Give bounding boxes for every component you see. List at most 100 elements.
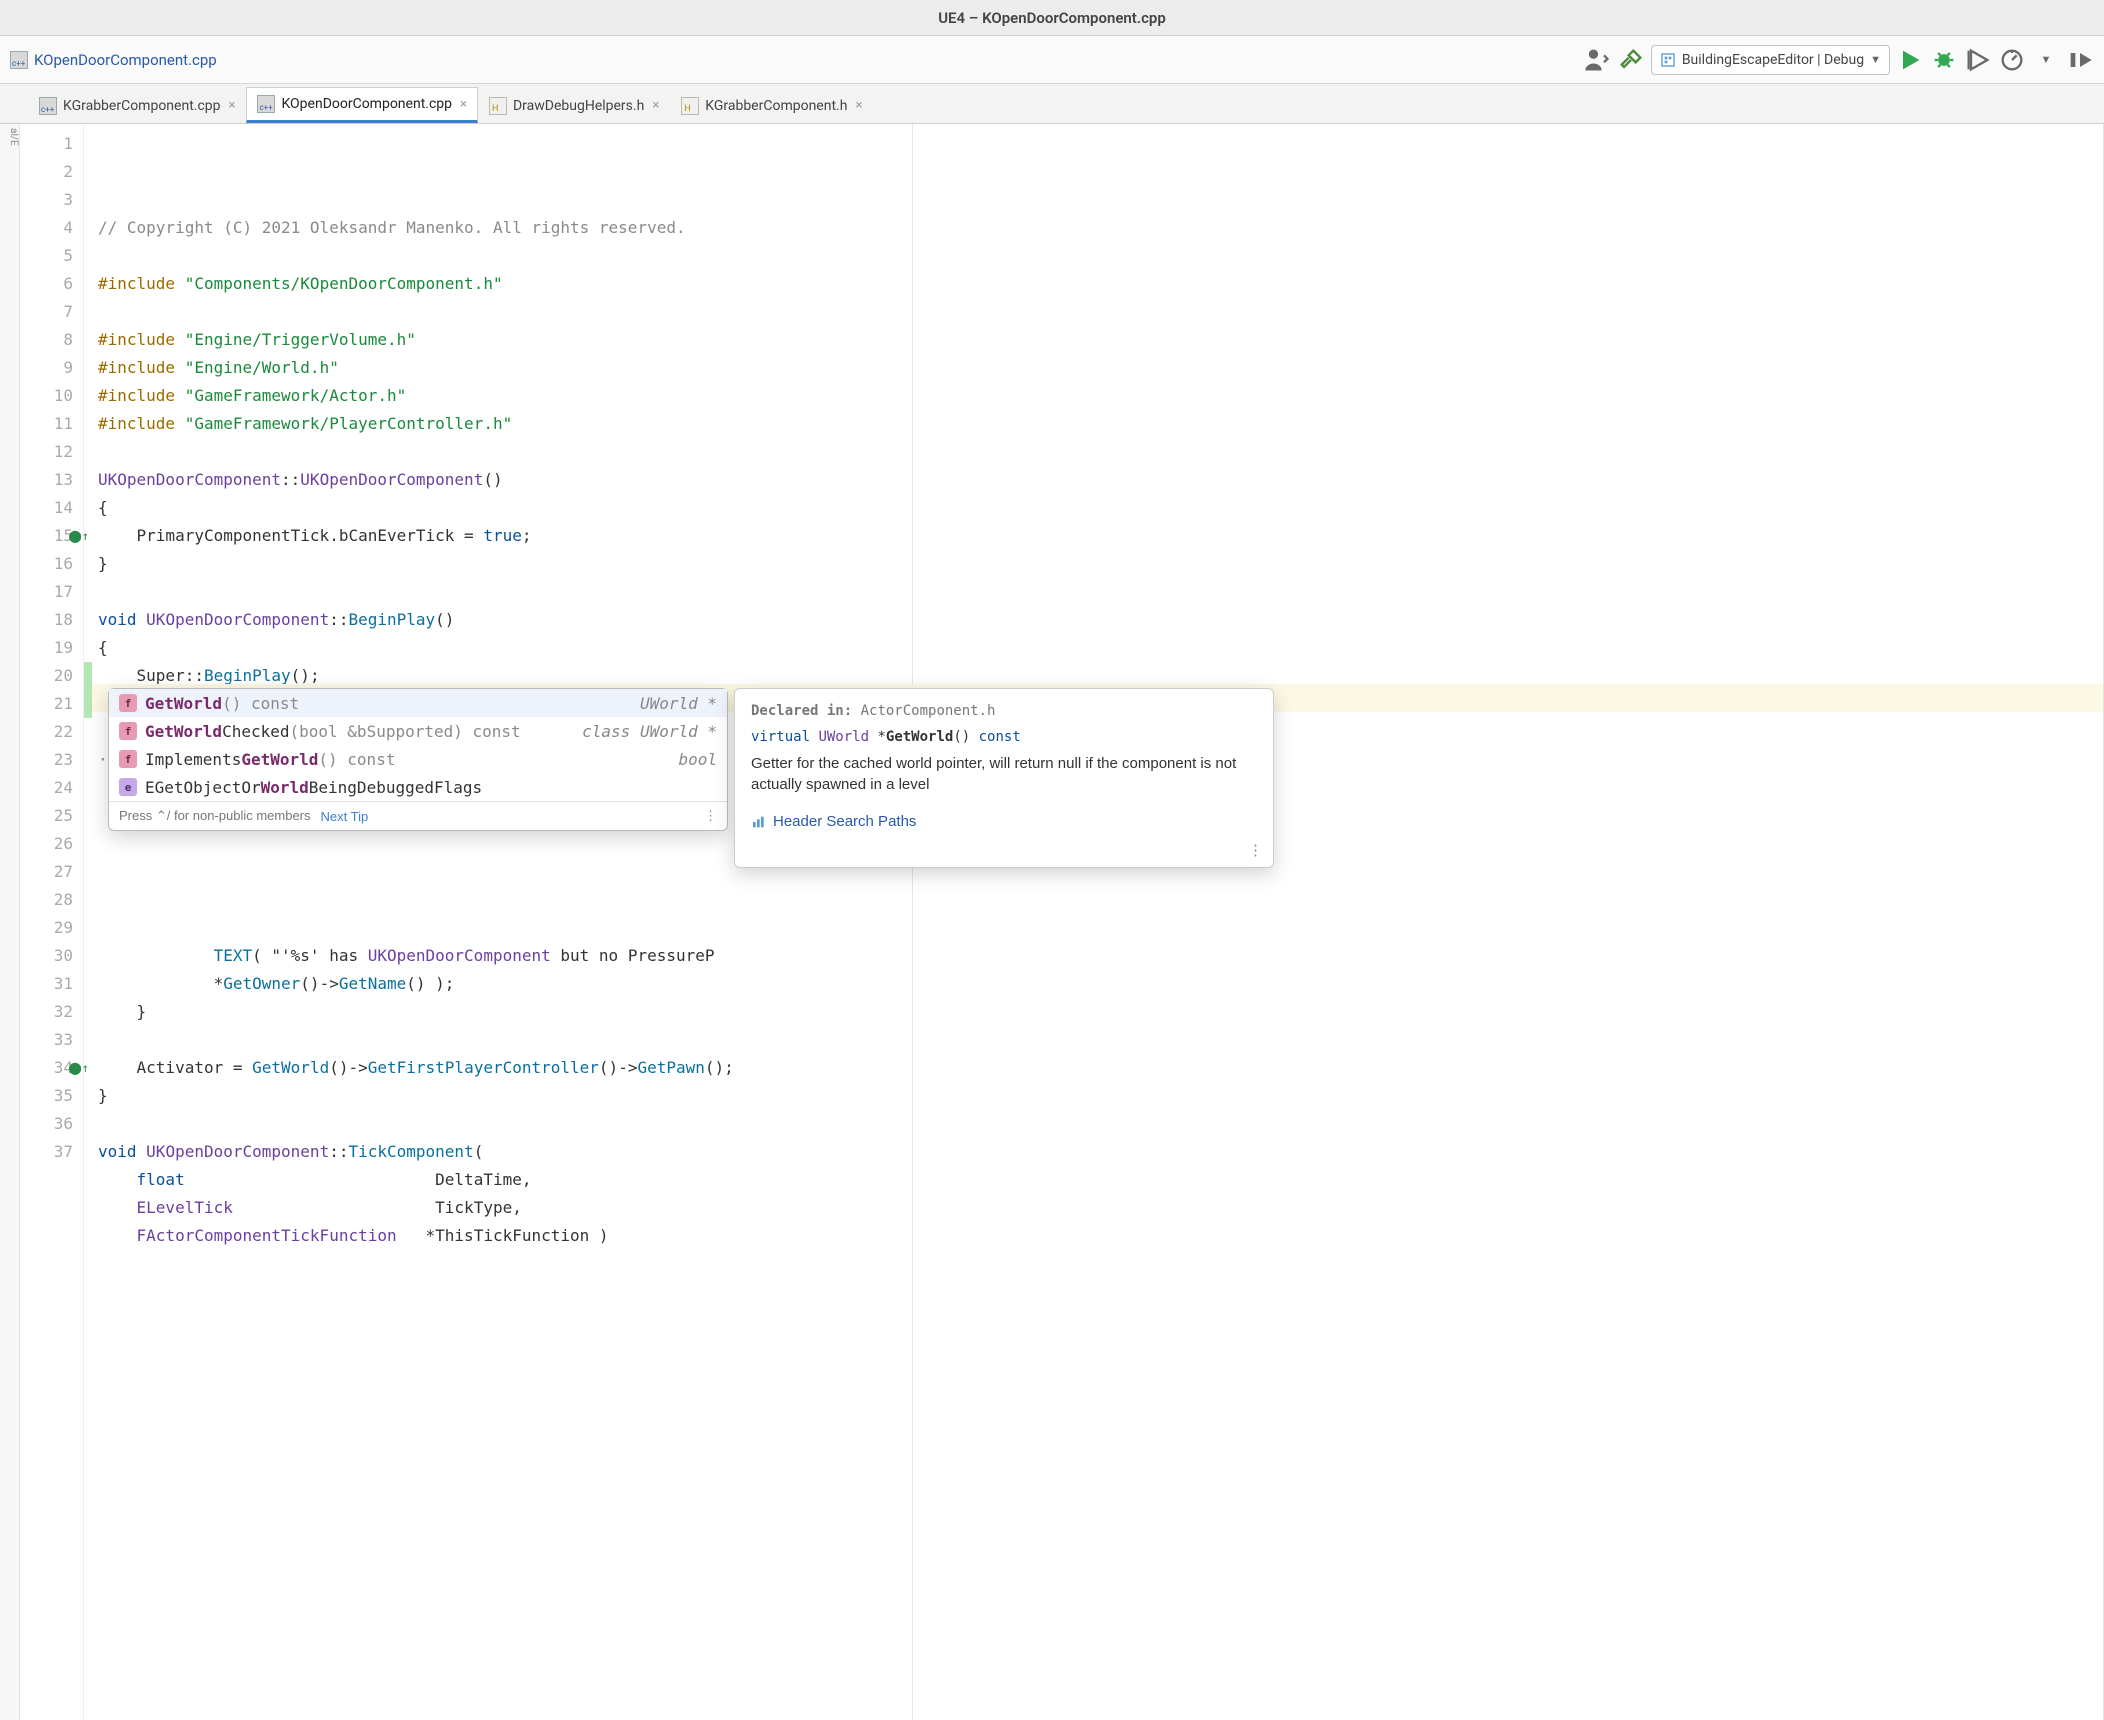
coverage-button[interactable] <box>1964 46 1992 74</box>
line-number[interactable]: 9 <box>20 354 73 382</box>
code-line[interactable] <box>98 298 2103 326</box>
stop-button[interactable] <box>2066 46 2094 74</box>
autocomplete-item[interactable]: fGetWorldChecked(bool &bSupported) const… <box>109 717 727 745</box>
code-editor[interactable]: // Copyright (C) 2021 Oleksandr Manenko.… <box>92 124 2104 1720</box>
close-icon[interactable]: × <box>652 98 659 113</box>
line-number[interactable]: 35 <box>20 1082 73 1110</box>
line-number[interactable]: 33 <box>20 1026 73 1054</box>
code-line[interactable]: #include "Engine/TriggerVolume.h" <box>98 326 2103 354</box>
close-icon[interactable]: × <box>855 98 862 113</box>
debug-button[interactable] <box>1930 46 1958 74</box>
code-line[interactable] <box>98 438 2103 466</box>
code-line[interactable]: { <box>98 634 2103 662</box>
line-number[interactable]: 37 <box>20 1138 73 1166</box>
code-line[interactable]: float DeltaTime, <box>98 1166 2103 1194</box>
code-line[interactable] <box>98 578 2103 606</box>
code-line[interactable] <box>98 242 2103 270</box>
line-number[interactable]: 8 <box>20 326 73 354</box>
code-line[interactable]: #include "GameFramework/PlayerController… <box>98 410 2103 438</box>
line-number[interactable]: 27 <box>20 858 73 886</box>
code-line[interactable]: #include "Engine/World.h" <box>98 354 2103 382</box>
code-line[interactable]: #include "Components/KOpenDoorComponent.… <box>98 270 2103 298</box>
line-number[interactable]: 12 <box>20 438 73 466</box>
line-gutter[interactable]: 123456789101112131415⬤↑16171819202122232… <box>20 124 84 1720</box>
code-line[interactable]: } <box>98 550 2103 578</box>
line-number[interactable]: 26 <box>20 830 73 858</box>
close-icon[interactable]: × <box>460 97 467 112</box>
line-number[interactable]: 6 <box>20 270 73 298</box>
line-number[interactable]: 34⬤↑ <box>20 1054 73 1082</box>
override-marker-icon[interactable]: ⬤↑ <box>68 522 89 550</box>
autocomplete-item[interactable]: eEGetObjectOrWorldBeingDebuggedFlags <box>109 773 727 801</box>
attach-button[interactable]: ▼ <box>2032 46 2060 74</box>
line-number[interactable]: 32 <box>20 998 73 1026</box>
completion-name: ImplementsGetWorld() const <box>145 750 670 769</box>
code-line[interactable]: TEXT( "'%s' has UKOpenDoorComponent but … <box>98 942 2103 970</box>
line-number[interactable]: 18 <box>20 606 73 634</box>
line-number[interactable]: 24 <box>20 774 73 802</box>
profile-button[interactable] <box>1998 46 2026 74</box>
doc-more-icon[interactable]: ⋮ <box>1248 841 1263 859</box>
code-line[interactable]: ELevelTick TickType, <box>98 1194 2103 1222</box>
autocomplete-item[interactable]: fGetWorld() constUWorld * <box>109 689 727 717</box>
line-number[interactable]: 3 <box>20 186 73 214</box>
code-line[interactable]: void UKOpenDoorComponent::TickComponent( <box>98 1138 2103 1166</box>
line-number[interactable]: 4 <box>20 214 73 242</box>
line-number[interactable]: 11 <box>20 410 73 438</box>
close-icon[interactable]: × <box>229 98 236 113</box>
code-line[interactable] <box>98 886 2103 914</box>
editor-tab[interactable]: c++KGrabberComponent.cpp× <box>28 87 246 123</box>
code-line[interactable]: Activator = GetWorld()->GetFirstPlayerCo… <box>98 1054 2103 1082</box>
autocomplete-popup[interactable]: fGetWorld() constUWorld *fGetWorldChecke… <box>108 688 728 831</box>
line-number[interactable]: 23 <box>20 746 73 774</box>
line-number[interactable]: 10 <box>20 382 73 410</box>
line-number[interactable]: 14 <box>20 494 73 522</box>
code-line[interactable]: // Copyright (C) 2021 Oleksandr Manenko.… <box>98 214 2103 242</box>
code-line[interactable]: } <box>98 1082 2103 1110</box>
code-line[interactable]: void UKOpenDoorComponent::BeginPlay() <box>98 606 2103 634</box>
line-number[interactable]: 15⬤↑ <box>20 522 73 550</box>
file-breadcrumb[interactable]: c++ KOpenDoorComponent.cpp <box>10 51 217 69</box>
code-line[interactable]: *GetOwner()->GetName() ); <box>98 970 2103 998</box>
editor-tab[interactable]: HKGrabberComponent.h× <box>670 87 873 123</box>
line-number[interactable]: 5 <box>20 242 73 270</box>
user-icon[interactable] <box>1583 46 1611 74</box>
override-marker-icon[interactable]: ⬤↑ <box>68 1054 89 1082</box>
line-number[interactable]: 7 <box>20 298 73 326</box>
line-number[interactable]: 21 <box>20 690 73 718</box>
editor-tab[interactable]: HDrawDebugHelpers.h× <box>478 87 670 123</box>
line-number[interactable]: 2 <box>20 158 73 186</box>
code-line[interactable] <box>98 1026 2103 1054</box>
line-number[interactable]: 16 <box>20 550 73 578</box>
next-tip-link[interactable]: Next Tip <box>321 809 369 824</box>
line-number[interactable]: 22 <box>20 718 73 746</box>
module-icon <box>1660 52 1676 68</box>
editor-tab[interactable]: c++KOpenDoorComponent.cpp× <box>246 87 478 123</box>
line-number[interactable]: 25 <box>20 802 73 830</box>
line-number[interactable]: 17 <box>20 578 73 606</box>
line-number[interactable]: 1 <box>20 130 73 158</box>
header-search-paths-link[interactable]: Header Search Paths <box>751 813 1257 830</box>
line-number[interactable]: 30 <box>20 942 73 970</box>
build-hammer-icon[interactable] <box>1617 46 1645 74</box>
line-number[interactable]: 28 <box>20 886 73 914</box>
more-icon[interactable]: ⋮ <box>704 808 717 824</box>
line-number[interactable]: 19 <box>20 634 73 662</box>
line-number[interactable]: 13 <box>20 466 73 494</box>
code-line[interactable]: #include "GameFramework/Actor.h" <box>98 382 2103 410</box>
side-panel-strip[interactable]: al/E <box>0 124 20 1720</box>
line-number[interactable]: 31 <box>20 970 73 998</box>
code-line[interactable] <box>98 914 2103 942</box>
line-number[interactable]: 36 <box>20 1110 73 1138</box>
code-line[interactable]: FActorComponentTickFunction *ThisTickFun… <box>98 1222 2103 1250</box>
run-configuration-select[interactable]: BuildingEscapeEditor | Debug ▼ <box>1651 45 1890 75</box>
autocomplete-item[interactable]: fImplementsGetWorld() constbool <box>109 745 727 773</box>
code-line[interactable]: } <box>98 998 2103 1026</box>
code-line[interactable]: PrimaryComponentTick.bCanEverTick = true… <box>98 522 2103 550</box>
code-line[interactable]: { <box>98 494 2103 522</box>
line-number[interactable]: 29 <box>20 914 73 942</box>
run-button[interactable] <box>1896 46 1924 74</box>
code-line[interactable] <box>98 1110 2103 1138</box>
line-number[interactable]: 20 <box>20 662 73 690</box>
code-line[interactable]: UKOpenDoorComponent::UKOpenDoorComponent… <box>98 466 2103 494</box>
